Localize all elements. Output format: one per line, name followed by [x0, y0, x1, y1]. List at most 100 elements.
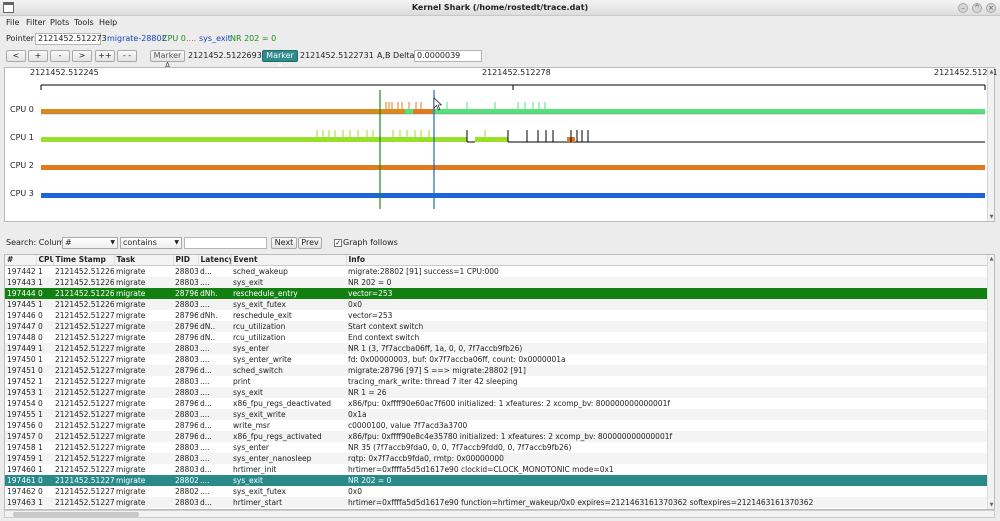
col-header-latency[interactable]: Latency	[198, 255, 232, 266]
cell-timestamp: 2121452.512270	[53, 320, 114, 332]
cell-info: x86/fpu: 0xffff90e8c4e35780 initialized:…	[346, 430, 989, 442]
table-row[interactable]: 197445 1 2121452.512269 migrate 28803.... sys…	[5, 298, 989, 310]
cell-info: rqtp: 0x7f7accb9fda0, rmtp: 0x00000000	[346, 452, 989, 464]
delta-value-field[interactable]: 0.0000039	[414, 50, 482, 62]
table-row[interactable]: 197459 1 2121452.512272 migrate 28803.... sys…	[5, 452, 989, 464]
scroll-right-button[interactable]: >	[72, 50, 92, 62]
cell-timestamp: 2121452.512272	[53, 430, 114, 442]
cell-cpu: 1	[38, 266, 43, 276]
event-table[interactable]: # CPU Time Stamp Task PID Latency Event …	[4, 254, 995, 510]
table-row[interactable]: 197460 1 2121452.512273 migrate 28803 d... hrt…	[5, 464, 989, 475]
cell-task: migrate	[116, 464, 146, 474]
cell-event: sys_enter_write	[233, 354, 292, 364]
zoom-in-button[interactable]: +	[28, 50, 48, 62]
col-header-pid[interactable]: PID	[173, 255, 199, 266]
table-scrollbar[interactable]: ▲ ▼	[987, 255, 994, 509]
table-row[interactable]: 197446 0 2121452.512270 migrate 28796 dNh. res…	[5, 310, 989, 321]
table-row[interactable]: 197444 0 2121452.512269 migrate 28796 dNh. res…	[5, 287, 989, 299]
trace-graph-panel[interactable]: 2121452.512245 2121452.512278 2121452.51…	[4, 67, 998, 222]
search-next-button[interactable]: Next	[271, 237, 297, 249]
cell-number: 197455	[5, 408, 36, 420]
scroll-left-button[interactable]: <	[6, 50, 26, 62]
table-row[interactable]: 197447 0 2121452.512270 migrate 28796 dN.. rcu…	[5, 320, 989, 332]
marker-b-button[interactable]: Marker B	[262, 50, 298, 70]
scroll-down-arrow-icon[interactable]: ▼	[988, 502, 994, 508]
table-horizontal-scrollbar[interactable]	[4, 510, 995, 518]
cell-number: 197444	[5, 287, 36, 299]
cell-number: 197456	[7, 420, 36, 430]
graph-follows-checkbox[interactable]: ✓	[334, 239, 342, 247]
scroll-up-arrow-icon[interactable]: ▲	[988, 69, 995, 75]
pointer-value-field[interactable]: 2121452.512273	[35, 33, 107, 45]
cell-latency: ....	[198, 276, 231, 288]
cell-number: 197450	[7, 354, 36, 364]
zoom-out-button[interactable]: -	[50, 50, 70, 62]
menu-file[interactable]: File	[6, 16, 19, 30]
col-header-cpu[interactable]: CPU	[36, 255, 54, 266]
table-row[interactable]: 197443 1 2121452.512269 migrate 28803.... sys…	[5, 276, 989, 288]
cpu2-plot[interactable]	[41, 165, 985, 170]
table-row[interactable]: 197453 1 2121452.512271 migrate 28803.... sys…	[5, 386, 989, 398]
cpu0-plot[interactable]	[41, 102, 985, 115]
graph-scrollbar[interactable]: ▲ ▼	[987, 68, 994, 221]
table-row[interactable]: 197462 0 2121452.512273 migrate 28802.... sys…	[5, 486, 989, 497]
menu-plots[interactable]: Plots	[50, 16, 69, 30]
scroll-up-arrow-icon[interactable]: ▲	[988, 256, 994, 262]
cpu3-plot[interactable]	[41, 193, 985, 198]
cell-cpu: 0	[38, 420, 43, 430]
cell-event: sched_wakeup	[233, 266, 288, 276]
col-header-number[interactable]: #	[5, 255, 37, 266]
trace-graph-canvas[interactable]	[5, 68, 989, 221]
cell-task: migrate	[114, 474, 173, 486]
table-row[interactable]: 197461 0 2121452.512273 migrate 28802.... sys…	[5, 474, 989, 486]
search-label: Search: Column	[6, 238, 70, 247]
col-header-event[interactable]: Event	[231, 255, 347, 266]
marker-a-button[interactable]: Marker A	[150, 50, 185, 70]
maximize-icon[interactable]: ^	[972, 3, 982, 13]
cell-event: write_msr	[233, 420, 270, 430]
menu-help[interactable]: Help	[99, 16, 117, 30]
table-row[interactable]: 197456 0 2121452.512272 migrate 28796 d... wri…	[5, 420, 989, 431]
cell-event: rcu_utilization	[231, 320, 346, 332]
zoom-in-max-button[interactable]: ++	[95, 50, 115, 62]
cell-info: hrtimer=0xffffa5d5d1617e90 function=hrti…	[346, 496, 989, 508]
cell-event: sys_exit_write	[231, 408, 346, 420]
table-row[interactable]: 197458 1 2121452.512272 migrate 28803.... sys…	[5, 442, 989, 453]
table-row[interactable]: 197457 0 2121452.512272 migrate 28796 d... x86…	[5, 430, 989, 442]
table-row[interactable]: 197448 0 2121452.512270 migrate 28796 dN.. rcu…	[5, 332, 989, 343]
menu-tools[interactable]: Tools	[74, 16, 94, 30]
table-row[interactable]: 197449 1 2121452.512271 migrate 28803.... sys…	[5, 342, 989, 354]
cell-number: 197447	[5, 320, 36, 332]
search-mode-select[interactable]: contains ▼	[120, 237, 182, 249]
minimize-icon[interactable]: –	[958, 3, 968, 13]
search-input[interactable]	[184, 237, 267, 249]
col-header-task[interactable]: Task	[114, 255, 174, 266]
chevron-down-icon: ▼	[174, 239, 179, 246]
table-row[interactable]: 197442 1 2121452.512269 migrate 28803 d... sch…	[5, 265, 989, 277]
table-row[interactable]: 197463 1 2121452.512274 migrate 28803 d... hrt…	[5, 496, 989, 508]
scroll-down-arrow-icon[interactable]: ▼	[988, 214, 995, 220]
table-row[interactable]: 197454 0 2121452.512271 migrate 28796 d... x86…	[5, 398, 989, 409]
cpu1-plot[interactable]	[41, 130, 985, 143]
cell-number: 197442	[7, 266, 36, 276]
col-header-timestamp[interactable]: Time Stamp	[53, 255, 115, 266]
table-row[interactable]: 197450 1 2121452.512271 migrate 28803.... sys…	[5, 354, 989, 365]
cell-info: NR 202 = 0	[346, 276, 989, 288]
cell-latency: d...	[198, 496, 231, 508]
cell-cpu: 0	[36, 287, 53, 299]
menu-filter[interactable]: Filter	[26, 16, 46, 30]
scrollbar-thumb[interactable]	[13, 512, 139, 517]
col-header-info[interactable]: Info	[346, 255, 990, 266]
table-row[interactable]: 197451 0 2121452.512271 migrate 28796 d... sch…	[5, 364, 989, 376]
table-row[interactable]: 197452 1 2121452.512271 migrate 28803.... pri…	[5, 376, 989, 387]
cell-info: 0x0	[348, 486, 362, 496]
cell-cpu: 0	[38, 310, 43, 320]
search-column-select[interactable]: # ▼	[62, 237, 118, 249]
pointer-latency: ....	[186, 34, 197, 43]
zoom-out-max-button[interactable]: - -	[117, 50, 137, 62]
search-prev-button[interactable]: Prev	[298, 237, 322, 249]
close-icon[interactable]: ×	[986, 3, 996, 13]
cell-task: migrate	[114, 342, 173, 354]
table-row[interactable]: 197455 1 2121452.512272 migrate 28803.... sys…	[5, 408, 989, 420]
cell-latency: d...	[198, 430, 231, 442]
